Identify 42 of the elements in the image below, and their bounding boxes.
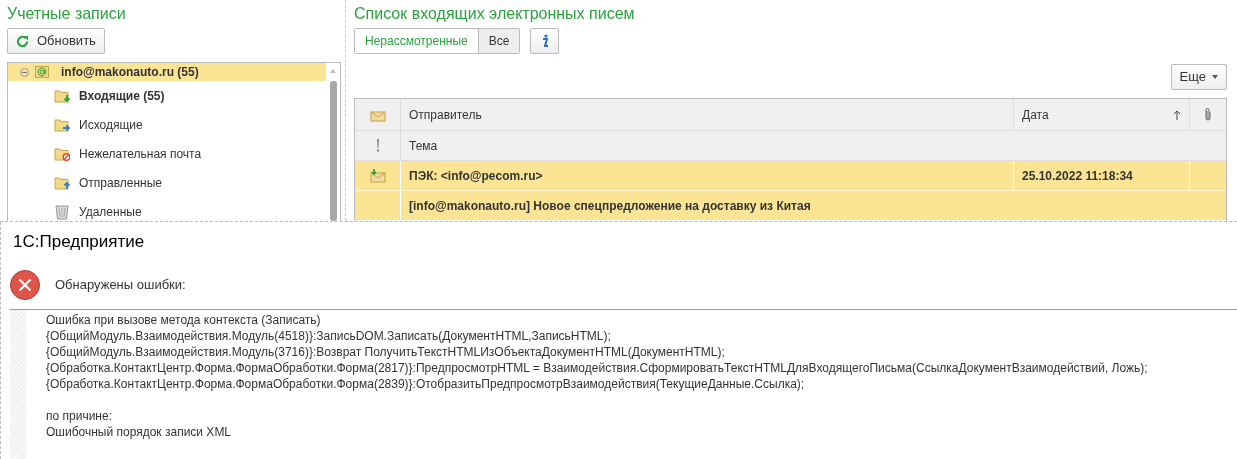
- mail-account-icon: [35, 65, 49, 79]
- trash-icon: [54, 203, 70, 220]
- table-cell: ПЭК: <info@pecom.ru>: [401, 161, 1014, 190]
- sort-arrow-icon[interactable]: [1173, 109, 1181, 120]
- table-cell: 25.10.2022 11:18:34: [1014, 161, 1190, 190]
- filter-tab[interactable]: Все: [477, 29, 520, 53]
- error-reason-line: по причине:: [46, 408, 113, 424]
- error-detail-line: {ОбщийМодуль.Взаимодействия.Модуль(4518)}:ЗаписьDOM.Записать(ДокументHTML,ЗаписьHTML);: [46, 328, 612, 344]
- caret-icon: [1212, 75, 1218, 79]
- column-title: Дата: [1022, 106, 1049, 124]
- table-cell-text: [info@makonauto.ru] Новое спецпредложение на доставку из Китая: [408, 197, 812, 215]
- folder-icon: [54, 87, 70, 104]
- error-message: Обнаружены ошибки:: [55, 276, 186, 295]
- exclamation-icon: [375, 139, 380, 152]
- error-icon: [9, 269, 41, 301]
- info-icon: [540, 34, 549, 48]
- folder-item[interactable]: Нежелательная почта: [8, 139, 326, 168]
- info-button[interactable]: [530, 28, 560, 54]
- more-button[interactable]: Еще: [1170, 64, 1227, 90]
- paperclip-icon: [1205, 108, 1211, 121]
- refresh-icon: [16, 34, 29, 48]
- folder-icon: [54, 116, 70, 133]
- email-row[interactable]: ПЭК: <info@pecom.ru> 25.10.2022 11:18:34 [info@makonauto.ru] Новое спецпредложение на доставку из Китая: [355, 161, 1226, 220]
- folder-icon: [54, 145, 70, 162]
- folder-item[interactable]: Удаленные: [8, 197, 326, 221]
- folder-icon: [54, 174, 70, 191]
- dialog-title: 1С:Предприятие: [13, 231, 146, 253]
- folder-item[interactable]: Входящие (55): [8, 81, 326, 110]
- error-detail-line: Ошибка при вызове метода контекста (Записать): [46, 312, 322, 328]
- refresh-button[interactable]: Обновить: [7, 28, 105, 54]
- error-detail-line: {Обработка.КонтактЦентр.Форма.ФормаОбработки.Форма(2839)}:ОтобразитьПредпросмотрВзаимодействия(ТекущиеДанные.Ссылка);: [46, 376, 806, 392]
- error-reason-line: Ошибочный порядок записи XML: [46, 424, 233, 440]
- panel-title: Список входящих электронных писем: [354, 4, 636, 24]
- header-cell[interactable]: Отправитель: [401, 99, 1014, 130]
- account-label: info@makonauto.ru (55): [61, 64, 199, 81]
- panel-title: Учетные записи: [7, 4, 127, 24]
- folder-item[interactable]: Исходящие: [8, 110, 326, 139]
- account-row[interactable]: info@makonauto.ru (55): [8, 63, 326, 81]
- incoming-mail-icon: [368, 168, 387, 183]
- error-detail-line: {Обработка.КонтактЦентр.Форма.ФормаОбработки.Форма(2817)}:ПредпросмотрHTML = Взаимодействия.СформироватьТекстHTMLДляВходящегоПисьма(СсылкаДокументВзаимодействий, Ложь);: [46, 360, 1148, 376]
- folder-item[interactable]: Отправленные: [8, 168, 326, 197]
- error-detail-line: {ОбщийМодуль.Взаимодействия.Модуль(3716)}:Возврат ПолучитьТекстHTMLИзОбъектаДокументHTML(ДокументHTML);: [46, 344, 726, 360]
